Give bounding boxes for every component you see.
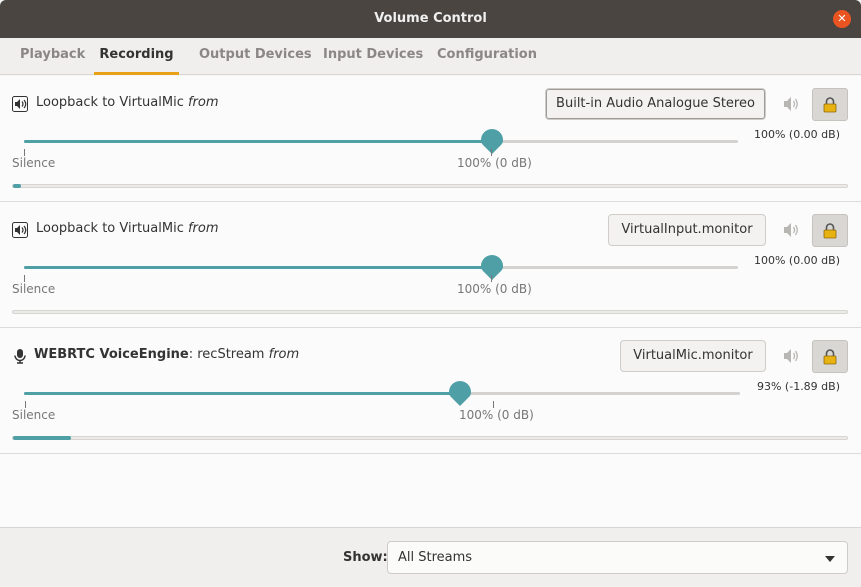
peak-meter bbox=[12, 184, 848, 188]
stream-title: Loopback to VirtualMic bbox=[36, 221, 184, 236]
peak-meter-fill bbox=[13, 436, 72, 440]
volume-slider-fill bbox=[24, 140, 492, 143]
stream-from-label: from bbox=[268, 347, 300, 362]
stream-from-label: from bbox=[187, 95, 219, 110]
device-select-button[interactable]: Built-in Audio Analogue Stereo bbox=[545, 88, 766, 120]
speaker-icon bbox=[12, 222, 28, 238]
scale-tick bbox=[24, 275, 25, 282]
close-button[interactable]: ✕ bbox=[833, 10, 851, 28]
lock-icon bbox=[823, 97, 837, 113]
mute-toggle-icon[interactable] bbox=[782, 222, 800, 238]
show-label: Show: bbox=[343, 550, 388, 565]
volume-slider[interactable] bbox=[24, 255, 738, 280]
lock-channels-button[interactable] bbox=[812, 340, 848, 373]
peak-meter bbox=[12, 436, 848, 440]
scale-tick bbox=[491, 275, 492, 282]
tab-output-devices[interactable]: Output Devices bbox=[199, 38, 312, 74]
volume-slider[interactable] bbox=[24, 381, 740, 406]
stream-row: Loopback to VirtualMic from VirtualInput… bbox=[0, 202, 861, 328]
window-title: Volume Control bbox=[374, 11, 487, 26]
close-icon: ✕ bbox=[837, 12, 847, 25]
lock-channels-button[interactable] bbox=[812, 214, 848, 247]
scale-tick bbox=[491, 149, 492, 156]
stream-from-label: from bbox=[187, 221, 219, 236]
zero-db-label: 100% (0 dB) bbox=[459, 408, 534, 422]
zero-db-label: 100% (0 dB) bbox=[457, 282, 532, 296]
volume-level-text: 100% (0.00 dB) bbox=[753, 254, 840, 267]
volume-level-text: 93% (-1.89 dB) bbox=[756, 380, 840, 393]
device-select-button[interactable]: VirtualMic.monitor bbox=[620, 340, 766, 372]
stream-app-name: WEBRTC VoiceEngine bbox=[34, 347, 189, 362]
lock-icon bbox=[823, 223, 837, 239]
tab-recording[interactable]: Recording bbox=[94, 38, 179, 75]
show-streams-dropdown[interactable]: All Streams bbox=[387, 541, 848, 574]
mute-toggle-icon[interactable] bbox=[782, 96, 800, 112]
stream-name: Loopback to VirtualMic from bbox=[36, 221, 219, 236]
scale-tick bbox=[25, 401, 26, 408]
tab-configuration[interactable]: Configuration bbox=[437, 38, 537, 74]
volume-slider-fill bbox=[24, 392, 461, 395]
peak-meter bbox=[12, 310, 848, 314]
volume-slider-thumb[interactable] bbox=[449, 381, 472, 407]
stream-row: Loopback to VirtualMic from Built-in Aud… bbox=[0, 76, 861, 202]
recording-streams-list: Loopback to VirtualMic from Built-in Aud… bbox=[0, 76, 861, 527]
silence-label: Silence bbox=[12, 408, 56, 422]
stream-title: Loopback to VirtualMic bbox=[36, 95, 184, 110]
mute-toggle-icon[interactable] bbox=[782, 348, 800, 364]
silence-label: Silence bbox=[12, 282, 56, 296]
zero-db-label: 100% (0 dB) bbox=[457, 156, 532, 170]
lock-channels-button[interactable] bbox=[812, 88, 848, 121]
device-select-button[interactable]: VirtualInput.monitor bbox=[608, 214, 766, 246]
stream-name: Loopback to VirtualMic from bbox=[36, 95, 219, 110]
chevron-down-icon bbox=[825, 556, 835, 562]
volume-level-text: 100% (0.00 dB) bbox=[753, 128, 840, 141]
tab-playback[interactable]: Playback bbox=[20, 38, 85, 74]
scale-tick bbox=[24, 149, 25, 156]
stream-row: WEBRTC VoiceEngine: recStream from Virtu… bbox=[0, 328, 861, 454]
silence-label: Silence bbox=[12, 156, 56, 170]
stream-name: WEBRTC VoiceEngine: recStream from bbox=[34, 347, 300, 362]
peak-meter-fill bbox=[13, 184, 22, 188]
show-streams-value: All Streams bbox=[398, 550, 473, 565]
speaker-icon bbox=[12, 96, 28, 112]
scale-tick bbox=[493, 401, 494, 408]
footer-bar: Show: All Streams bbox=[0, 527, 861, 587]
volume-slider-fill bbox=[24, 266, 492, 269]
tab-input-devices[interactable]: Input Devices bbox=[323, 38, 423, 74]
title-bar: Volume Control ✕ bbox=[0, 0, 861, 38]
volume-slider[interactable] bbox=[24, 129, 738, 154]
tab-bar: Playback Recording Output Devices Input … bbox=[0, 38, 861, 75]
microphone-icon bbox=[14, 349, 26, 364]
lock-icon bbox=[823, 349, 837, 365]
stream-title: recStream bbox=[197, 347, 265, 362]
